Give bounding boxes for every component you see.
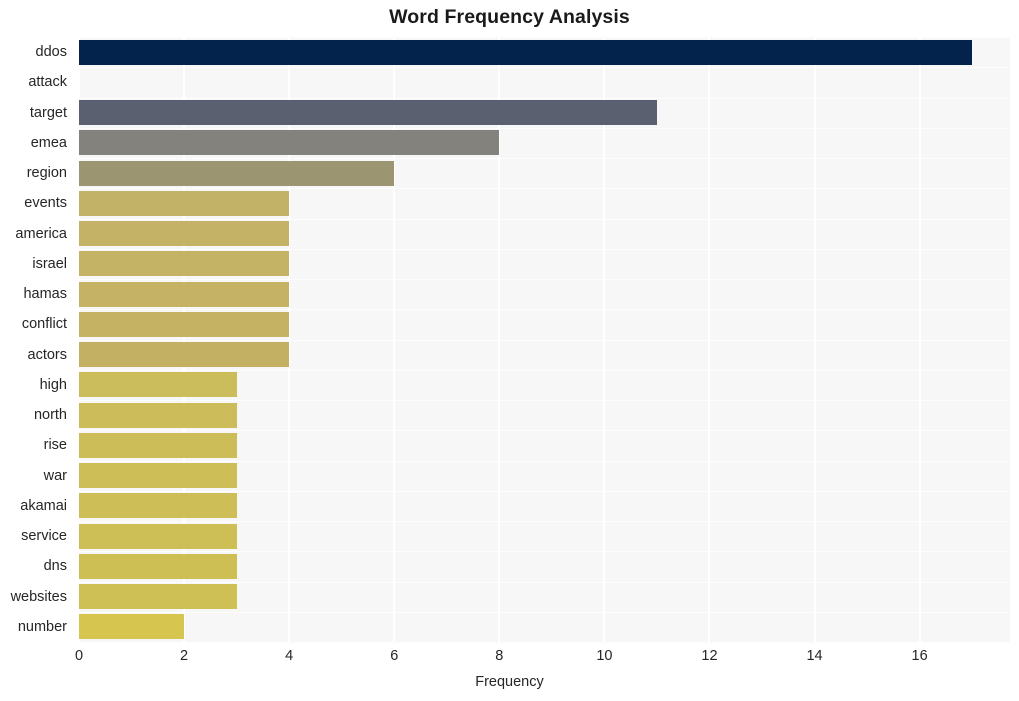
- bar: [79, 130, 500, 156]
- bar: [79, 523, 237, 549]
- gridline-horizontal: [79, 127, 1010, 129]
- bar: [79, 402, 237, 428]
- bar: [79, 281, 290, 307]
- x-axis-tick-label: 2: [180, 648, 189, 664]
- x-axis-tick-label: 10: [596, 648, 613, 664]
- bar: [79, 100, 657, 126]
- gridline-horizontal: [79, 581, 1010, 583]
- y-axis-tick-label: rise: [43, 437, 67, 454]
- y-axis-tick-label: dns: [43, 558, 67, 575]
- y-axis-tick-label: akamai: [20, 497, 67, 514]
- gridline-horizontal: [79, 490, 1010, 492]
- y-axis-tick-label: service: [21, 528, 67, 545]
- gridline-horizontal: [79, 188, 1010, 190]
- y-axis-labels: ddos attack target emea region events america i…: [0, 37, 73, 642]
- x-axis-tick-label: 4: [285, 648, 294, 664]
- gridline-horizontal: [79, 642, 1010, 643]
- x-axis-labels: 0 2 4 6 8 10 12 14 16: [0, 648, 1019, 672]
- bar: [79, 311, 290, 337]
- gridline-horizontal: [79, 97, 1010, 99]
- gridline-vertical: [708, 37, 711, 642]
- gridline-vertical: [183, 37, 186, 642]
- gridline-horizontal: [79, 521, 1010, 522]
- gridline-horizontal: [79, 158, 1010, 159]
- x-axis-tick-label: 6: [390, 648, 399, 664]
- gridline-vertical: [918, 37, 921, 642]
- bar: [79, 342, 290, 368]
- chart-figure: Word Frequency Analysis ddos attack target…: [0, 0, 1019, 701]
- gridline-vertical: [498, 37, 501, 642]
- gridline-horizontal: [79, 611, 1010, 613]
- gridline-horizontal: [79, 309, 1010, 311]
- x-axis-tick-label: 12: [701, 648, 718, 664]
- x-axis-tick-label: 14: [806, 648, 823, 664]
- chart-title: Word Frequency Analysis: [389, 6, 630, 28]
- gridline-horizontal: [79, 460, 1010, 462]
- gridline-horizontal: [79, 369, 1010, 371]
- gridline-vertical: [393, 37, 396, 642]
- y-axis-tick-label: number: [17, 618, 67, 635]
- gridline-horizontal: [79, 279, 1010, 280]
- x-axis-tick-label: 16: [911, 648, 928, 664]
- y-axis-tick-label: conflict: [21, 316, 67, 333]
- y-axis-tick-label: north: [33, 407, 67, 424]
- y-axis-tick-label: region: [26, 165, 67, 182]
- bar: [79, 493, 237, 519]
- bar: [79, 221, 290, 247]
- gridline-vertical: [603, 37, 606, 642]
- x-axis-tick-label: 0: [74, 648, 84, 664]
- bar: [79, 372, 237, 398]
- plot-area: [78, 37, 1010, 643]
- y-axis-tick-label: events: [24, 195, 67, 212]
- bar: [79, 190, 290, 216]
- gridline-horizontal: [79, 67, 1010, 69]
- y-axis-tick-label: actors: [27, 346, 68, 363]
- y-axis-tick-label: ddos: [35, 44, 67, 61]
- gridline-horizontal: [79, 400, 1010, 401]
- y-axis-tick-label: hamas: [23, 286, 67, 303]
- gridline-vertical: [813, 37, 816, 642]
- y-axis-tick-label: emea: [30, 134, 67, 151]
- bar: [79, 463, 237, 489]
- y-axis-tick-label: war: [43, 467, 67, 484]
- bar: [79, 614, 185, 640]
- y-axis-tick-label: target: [29, 104, 67, 121]
- bar: [79, 39, 973, 65]
- bar: [79, 70, 815, 95]
- x-axis-title: Frequency: [475, 674, 544, 690]
- gridline-horizontal: [79, 339, 1010, 341]
- gridline-vertical: [288, 37, 291, 642]
- bar: [79, 432, 237, 458]
- y-axis-tick-label: israel: [32, 255, 67, 272]
- gridline-vertical: [78, 37, 80, 642]
- bar: [79, 251, 290, 277]
- gridline-horizontal: [79, 37, 1010, 38]
- y-axis-tick-label: high: [39, 376, 67, 393]
- x-axis-tick-label: 8: [495, 648, 504, 664]
- gridline-horizontal: [79, 218, 1010, 220]
- gridline-horizontal: [79, 551, 1010, 553]
- bar: [79, 584, 237, 610]
- bar: [79, 553, 237, 579]
- y-axis-tick-label: america: [15, 225, 67, 242]
- y-axis-tick-label: attack: [28, 74, 67, 91]
- gridline-horizontal: [79, 430, 1010, 432]
- bar: [79, 160, 395, 186]
- gridline-horizontal: [79, 248, 1010, 250]
- y-axis-tick-label: websites: [10, 588, 67, 605]
